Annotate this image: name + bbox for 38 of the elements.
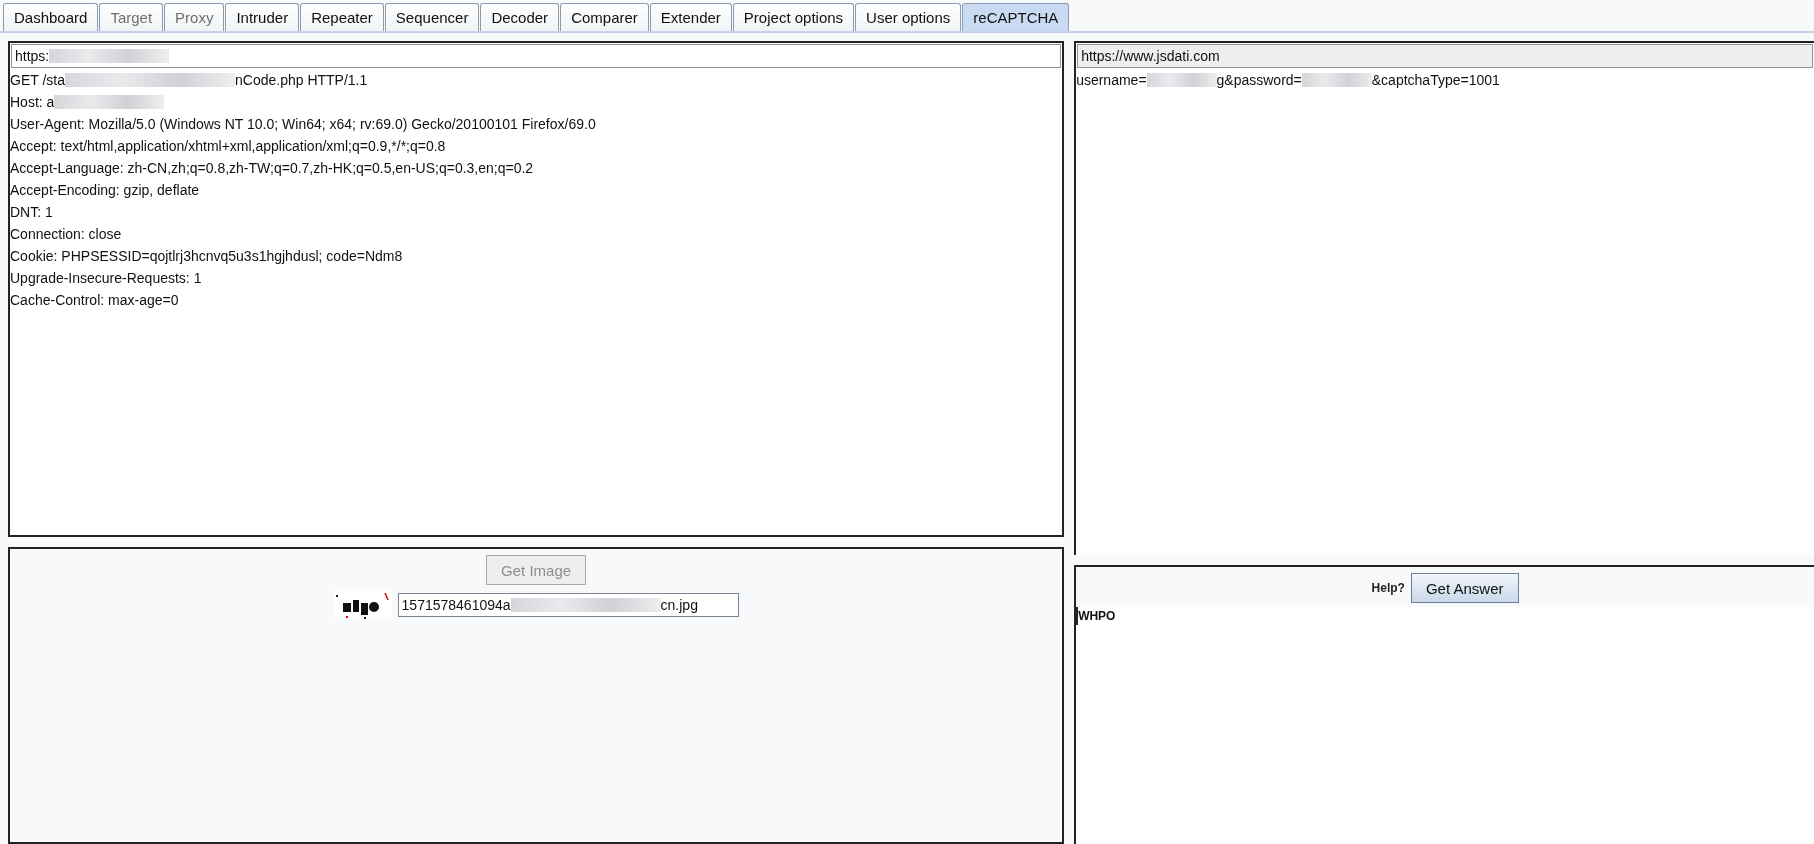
tab[interactable]: Decoder: [480, 3, 560, 31]
filename-text: 1571578461094a: [401, 597, 511, 614]
tab[interactable]: Project options: [732, 3, 855, 31]
filename-field[interactable]: 1571578461094a cn.jpg: [397, 593, 739, 618]
tab[interactable]: Dashboard: [3, 3, 99, 31]
tab[interactable]: Repeater: [300, 3, 384, 31]
header-line: Cache-Control: max-age=0: [10, 291, 180, 310]
tab[interactable]: Comparer: [560, 3, 649, 31]
header-line: GET /sta: [10, 72, 65, 88]
get-answer-button[interactable]: Get Answer: [1410, 573, 1519, 604]
answer-text: WHPO: [1076, 607, 1814, 626]
tab[interactable]: Extender: [649, 3, 732, 31]
header-line: User-Agent: Mozilla/5.0 (Windows NT 10.0; Win64; x64; rv:69.0) Gecko/20100101 Firefox/69.0: [10, 115, 597, 134]
url-text: https:: [15, 48, 50, 64]
redacted-text: [1301, 73, 1372, 87]
header-line: Cookie: PHPSESSID=qojtlrj3hcnvq5u3s1hgjhdusl; code=Ndm8: [10, 247, 404, 266]
header-line: Host: a: [10, 94, 55, 110]
url-field[interactable]: https://www.jsdati.com: [1077, 44, 1813, 68]
header-line: DNT: 1: [10, 203, 54, 222]
tab[interactable]: reCAPTCHA: [962, 3, 1070, 31]
tab[interactable]: Sequencer: [384, 3, 480, 31]
body-text: &captchaType=1001: [1371, 72, 1500, 88]
body-text: username=: [1076, 72, 1147, 88]
url-field[interactable]: https:: [11, 44, 1062, 68]
header-line: nCode.php HTTP/1.1: [235, 72, 368, 88]
tab[interactable]: Proxy: [164, 3, 225, 31]
tab[interactable]: Intruder: [225, 3, 300, 31]
header-line: Upgrade-Insecure-Requests: 1: [10, 269, 203, 288]
header-line: Accept-Encoding: gzip, deflate: [10, 181, 201, 200]
header-line: Accept: text/html,application/xhtml+xml,application/xml;q=0.9,*/*;q=0.8: [10, 137, 447, 156]
header-line: Accept-Language: zh-CN,zh;q=0.8,zh-TW;q=0.7,zh-HK;q=0.5,en-US;q=0.3,en;q=0.2: [10, 159, 535, 178]
header-line: Connection: close: [10, 225, 123, 244]
filename-text: cn.jpg: [660, 597, 698, 614]
tab[interactable]: Target: [99, 3, 164, 31]
redacted-text: [1146, 73, 1217, 87]
tab[interactable]: User options: [855, 3, 962, 31]
help-label: Help?: [1371, 581, 1405, 596]
body-text: g&password=: [1216, 72, 1302, 88]
